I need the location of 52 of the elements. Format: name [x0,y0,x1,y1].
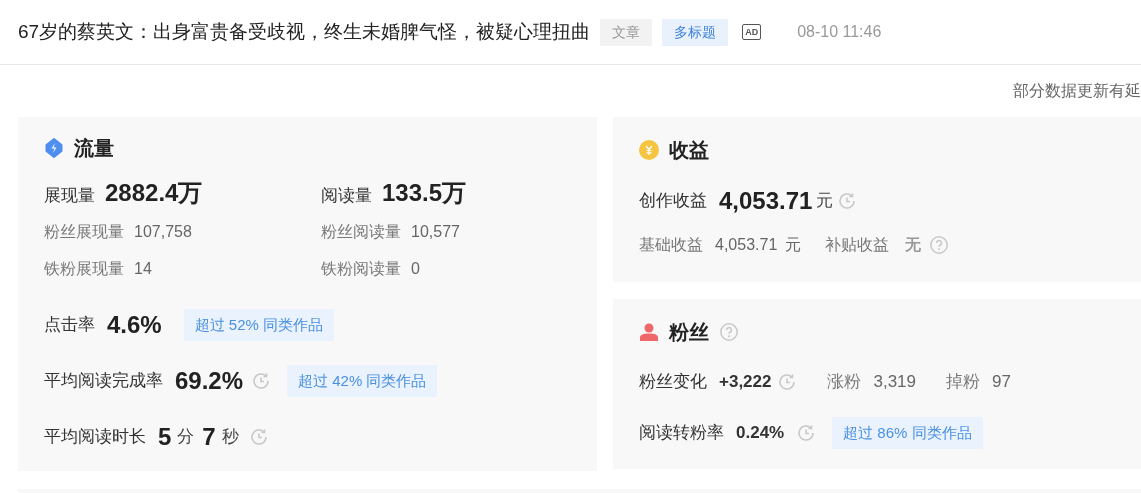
ad-badge: AD [742,24,762,40]
bolt-icon [44,138,64,158]
update-notice: 部分数据更新有延 [1013,81,1141,101]
metric-label: 平均阅读时长 [44,426,146,449]
metric-label: 基础收益 [639,235,703,255]
metric-value: 7 [202,422,216,452]
section-title: 收益 [669,138,709,163]
metric-value: 无 [905,235,922,255]
metric-label: 平均阅读完成率 [44,370,163,393]
metric-label: 补贴收益 [825,235,890,255]
metric-label: 点击率 [44,314,95,337]
metric-value: 4.6% [107,310,162,340]
metric-value: 4,053.71 [715,235,778,255]
metric-value: 0 [411,258,420,279]
comparison-tag: 超过 52% 同类作品 [183,308,335,342]
metric-label: 创作收益 [639,190,707,213]
metric-value: 14 [134,258,152,279]
metric-label: 铁粉阅读量 [321,258,401,279]
metric-label: 粉丝变化 [639,371,707,393]
metric-value: 107,758 [134,221,192,242]
section-title: 粉丝 [669,320,709,345]
metric-label: 涨粉 [827,371,862,393]
metric-value: 0.24% [736,422,785,444]
section-title: 流量 [74,136,114,161]
metric-label: 粉丝阅读量 [321,221,401,242]
article-title[interactable]: 67岁的蔡英文：出身富贵备受歧视，终生未婚脾气怪，被疑心理扭曲 [18,17,591,47]
metric-value: 97 [992,371,1011,393]
metric-value: 2882.4万 [105,178,203,208]
comparison-tag: 超过 86% 同类作品 [832,416,983,449]
metric-label: 掉粉 [946,371,981,393]
metric-value: 133.5万 [382,178,467,208]
metric-value: 5 [158,422,172,452]
unit-label: 元 [816,190,834,213]
article-tag: 多标题 [662,18,729,46]
unit-label: 分 [177,426,195,449]
metric-value: 69.2% [175,366,244,396]
metric-label: 阅读量 [321,185,372,207]
article-tag: 文章 [600,18,653,46]
unit-label: 秒 [221,426,239,449]
person-icon [639,322,659,342]
metric-label: 粉丝展现量 [44,221,124,242]
unit-label: 元 [785,235,802,255]
metric-value: +3,222 [719,371,772,393]
metric-label: 阅读转粉率 [639,422,724,444]
coin-icon [639,140,659,160]
metric-label: 展现量 [44,185,95,207]
metric-label: 铁粉展现量 [44,258,124,279]
publish-time: 08-10 11:46 [797,22,882,42]
comparison-tag: 超过 42% 同类作品 [287,364,438,398]
metric-value: 10,577 [411,221,460,242]
metric-value: 4,053.71 [719,186,813,216]
metric-value: 3,319 [873,371,917,393]
